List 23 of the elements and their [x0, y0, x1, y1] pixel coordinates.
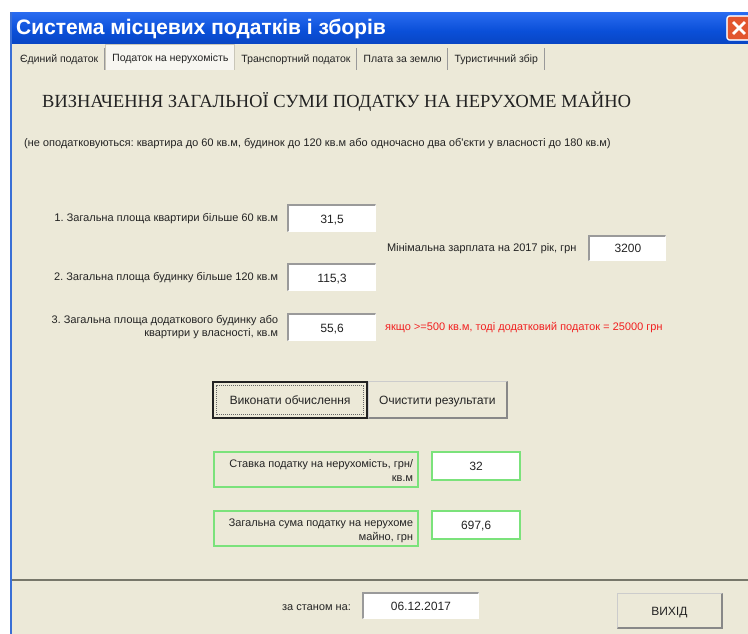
result-label: Ставка податку на нерухомість, грн/кв.м	[213, 451, 419, 488]
exit-button[interactable]: ВИХІД	[616, 593, 723, 629]
input-field[interactable]: 115,3	[287, 263, 376, 291]
action-button[interactable]: Виконати обчислення	[212, 381, 368, 419]
field-label: 3. Загальна площа додаткового будинку або квартири у власності, кв.м	[50, 314, 278, 340]
input-field[interactable]: 3200	[588, 234, 666, 260]
heading: ВИЗНАЧЕННЯ ЗАГАЛЬНОЇ СУМИ ПОДАТКУ НА НЕРУХОМЕ МАЙНО	[42, 90, 632, 114]
input-field[interactable]: 55,6	[287, 313, 376, 341]
close-icon[interactable]	[726, 15, 748, 41]
warning-text: якщо >=500 кв.м, тоді додатковий податок = 25000 грн	[385, 321, 664, 333]
action-button[interactable]: Очистити результати	[368, 381, 508, 419]
window-title: Система місцевих податків і зборів	[15, 16, 386, 40]
input-field[interactable]: 31,5	[287, 204, 376, 232]
note-text: (не оподатковуються: квартира до 60 кв.м, будинок до 120 кв.м або одночасно два об'єкти у власності до 180 кв.м)	[24, 136, 612, 150]
date-field[interactable]: 06.12.2017	[362, 592, 479, 619]
result-field: 697,6	[431, 510, 521, 540]
tab[interactable]: Податок на нерухомість	[105, 44, 236, 70]
result-field: 32	[431, 451, 521, 481]
result-label: Загальна сума податку на нерухоме майно, грн	[213, 510, 419, 547]
field-label: 1. Загальна площа квартири більше 60 кв.м	[53, 212, 278, 224]
date-label: за станом на:	[282, 601, 351, 613]
field-label: 2. Загальна площа будинку більше 120 кв.м	[52, 270, 278, 284]
field-label: Мінімальна зарплата на 2017 рік, грн	[387, 242, 576, 254]
